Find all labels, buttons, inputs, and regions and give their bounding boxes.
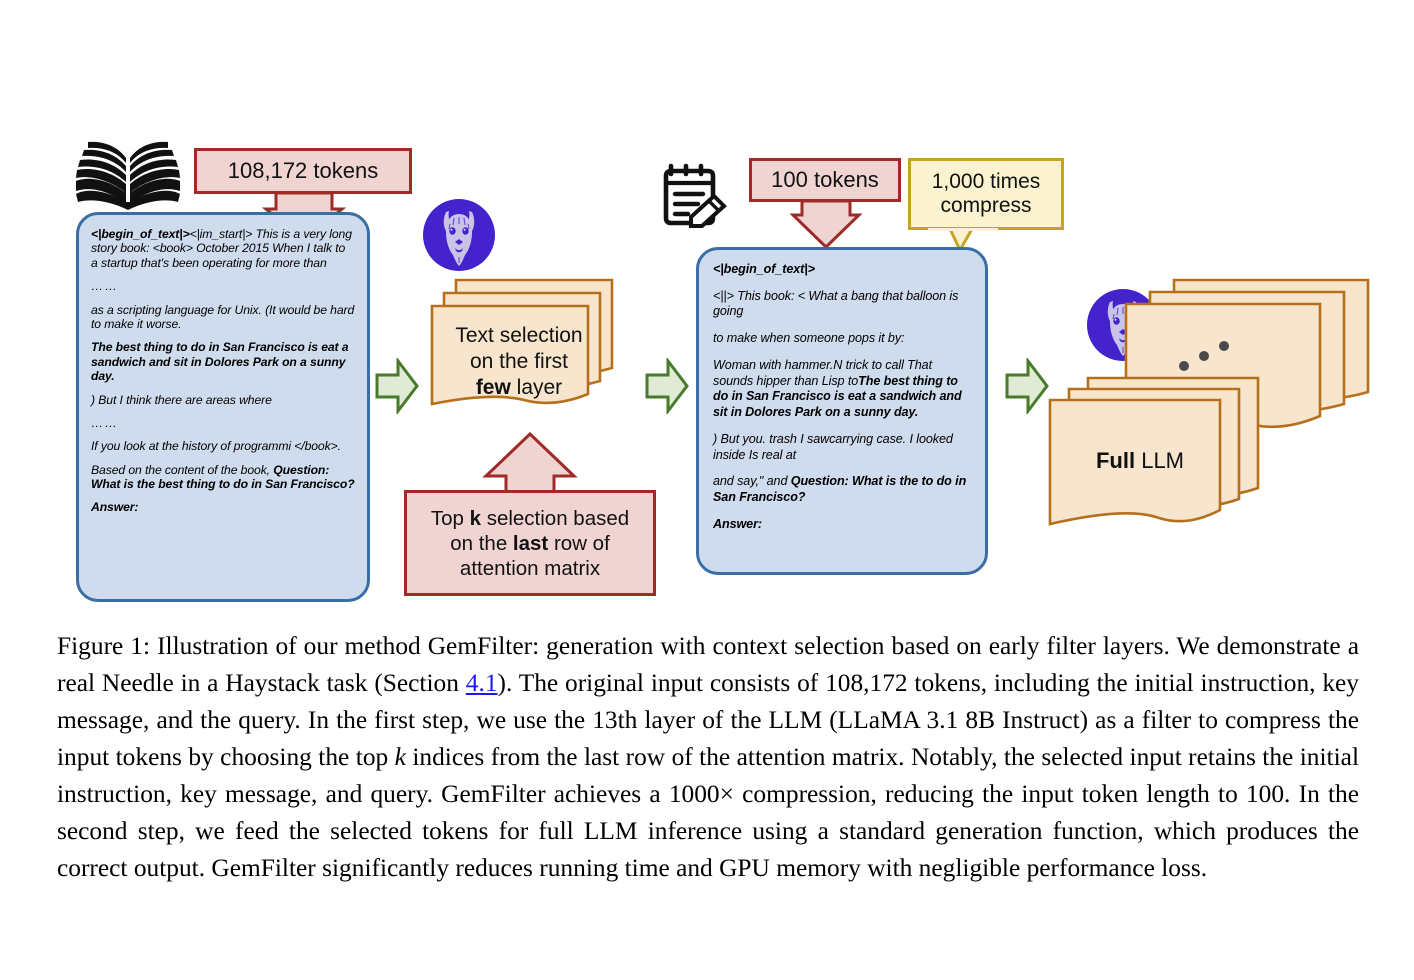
topk-l1c: selection based <box>481 506 630 530</box>
prompt-segment-bold: Answer: <box>91 500 139 515</box>
output-token-count-label: 100 tokens <box>771 167 879 192</box>
prompt-line: <||> This book: < What a bang that ballo… <box>713 289 973 320</box>
prompt-segment: ) But you. trash I sawcarrying case. I l… <box>713 431 953 462</box>
topk-l1a: Top <box>430 506 470 530</box>
prompt-line: to make when someone pops it by: <box>713 331 973 347</box>
prompt-segment: If you look at the history of programmi … <box>91 439 341 454</box>
prompt-segment: as a scripting language for Unix. (It wo… <box>91 302 355 331</box>
flow-arrow-icon-3 <box>1005 358 1049 414</box>
filter-layers-card-label: Text selection on the first few layer <box>434 323 604 401</box>
prompt-line: …… <box>91 416 355 430</box>
topk-line-3: attention matrix <box>459 556 601 580</box>
prompt-segment: <||> This book: < What a bang that ballo… <box>713 288 959 319</box>
topk-line-2: on the last row of <box>450 531 610 556</box>
prompt-line: …… <box>91 279 355 293</box>
figure-caption: Figure 1: Illustration of our method Gem… <box>57 628 1359 887</box>
prompt-segment: and say," and <box>713 474 791 489</box>
red-down-arrow-output <box>790 199 862 250</box>
topk-selection-box: Top k selection based on the last row of… <box>404 490 656 596</box>
topk-l2a: on the <box>450 531 513 555</box>
open-book-icon <box>76 136 180 210</box>
card-line-2: on the first <box>469 350 569 374</box>
prompt-line-answer: Answer: <box>91 500 355 514</box>
prompt-segment: Based on the content of the book, <box>91 462 274 477</box>
card-line-3: few layer <box>434 375 604 401</box>
caption-italic-k: k <box>394 742 406 771</box>
prompt-segment-bold: Answer: <box>713 516 762 531</box>
original-input-prompt-box: <|begin_of_text|><|im_start|> This is a … <box>76 212 370 602</box>
prompt-line: as a scripting language for Unix. (It wo… <box>91 303 355 332</box>
topk-l1b: k <box>469 506 481 530</box>
topk-l2c: row of <box>548 531 610 555</box>
compression-ratio-callout: 1,000 times compress <box>908 158 1064 230</box>
input-token-count-callout: 108,172 tokens <box>194 148 412 194</box>
prompt-segment: …… <box>91 415 119 430</box>
card-line-1: Text selection <box>455 324 583 347</box>
prompt-segment: to make when someone pops it by: <box>713 331 905 346</box>
topk-line-1: Top k selection based <box>431 506 629 531</box>
card-line-3-rest: layer <box>510 376 563 400</box>
llama-avatar-icon <box>422 198 496 272</box>
prompt-segment: ) But I think there are areas where <box>91 392 272 407</box>
full-llm-rest: LLM <box>1135 448 1185 473</box>
prompt-line-key-message: Woman with hammer.N trick to call That s… <box>713 358 973 421</box>
notepad-pencil-icon <box>658 156 734 234</box>
compress-line-1: 1,000 times <box>931 170 1041 194</box>
full-llm-bold: Full <box>1095 448 1136 473</box>
compressed-input-prompt-box: <|begin_of_text|> <||> This book: < What… <box>696 247 988 575</box>
red-up-arrow-topk <box>482 432 578 494</box>
prompt-segment: …… <box>91 279 119 294</box>
prompt-line: <|begin_of_text|> <box>713 262 973 278</box>
prompt-line-answer: Answer: <box>713 517 973 533</box>
prompt-line-question: Based on the content of the book, Questi… <box>91 463 355 492</box>
prompt-line: ) But I think there are areas where <box>91 393 355 407</box>
section-reference-link[interactable]: 4.1 <box>466 669 498 697</box>
input-token-count-label: 108,172 tokens <box>227 158 379 183</box>
prompt-line: ) But you. trash I sawcarrying case. I l… <box>713 432 973 463</box>
flow-arrow-icon-2 <box>645 358 689 414</box>
prompt-segment-bold: The best thing to do in San Francisco is… <box>91 340 349 384</box>
prompt-line-key-message: The best thing to do in San Francisco is… <box>91 340 355 383</box>
topk-l2b: last <box>512 531 549 555</box>
full-llm-card-label: Full LLM <box>1055 447 1225 474</box>
card-line-3-bold: few <box>475 376 511 400</box>
flow-arrow-icon-1 <box>375 358 419 414</box>
figure-illustration: 108,172 tokens <|begin_of_text|><|im_sta… <box>0 0 1414 615</box>
prompt-line: <|begin_of_text|><|im_start|> This is a … <box>91 227 355 270</box>
prompt-segment-bold: <|begin_of_text|> <box>713 262 815 276</box>
prompt-line-question: and say," and Question: What is the to d… <box>713 474 973 505</box>
output-token-count-callout: 100 tokens <box>749 158 901 202</box>
prompt-segment-bold: <|begin_of_text|> <box>91 227 190 241</box>
prompt-line: If you look at the history of programmi … <box>91 439 355 453</box>
compress-line-2: compress <box>940 194 1032 217</box>
